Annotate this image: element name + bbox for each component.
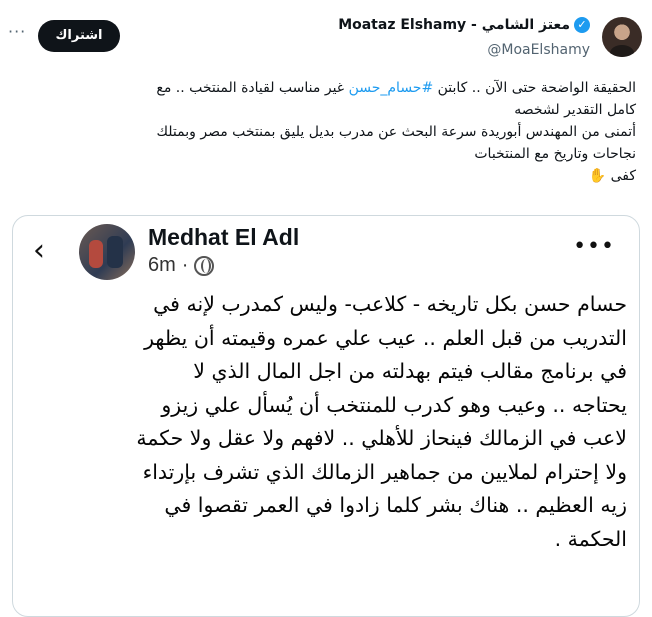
- post-line: زيه العظيم .. هناك بشر كلما زادوا في الع…: [164, 493, 627, 517]
- tweet-line: الحقيقة الواضحة حتى الآن .. كابتن #حسام_…: [14, 77, 636, 99]
- tweet-line: كفى ✋: [14, 165, 636, 187]
- tweet-line: كامل التقدير لشخصه: [514, 102, 636, 118]
- post-text: حسام حسن بكل تاريخه - كلاعب- وليس كمدرب …: [25, 288, 627, 556]
- post-more-icon: •••: [573, 234, 615, 259]
- post-line: لاعب في الزمالك فينحاز للأهلي .. لافهم و…: [136, 426, 627, 450]
- post-line: يحتاجه .. وعيب وهو كدرب للمنتخب أن يُسأل…: [161, 392, 627, 417]
- author-handle[interactable]: @MoaElshamy: [487, 42, 590, 58]
- raised-hand-icon: ✋: [588, 168, 607, 184]
- tweet-line: نجاحات وتاريخ مع المنتخبات: [474, 146, 636, 162]
- globe-icon: [194, 255, 215, 276]
- more-options-icon[interactable]: ···: [8, 22, 26, 41]
- post-line: حسام حسن بكل تاريخه - كلاعب- وليس كمدرب …: [153, 292, 627, 316]
- tweet-text-segment: كفى: [606, 168, 636, 184]
- author-name-row[interactable]: Moataz Elshamy - معتز الشامي ✓: [338, 17, 590, 33]
- hashtag-link[interactable]: #حسام_حسن: [349, 80, 434, 96]
- tweet-text-segment: غير مناسب لقيادة المنتخب .. مع: [156, 80, 349, 96]
- author-display-name[interactable]: Moataz Elshamy - معتز الشامي: [338, 17, 570, 33]
- embedded-screenshot[interactable]: ‹ Medhat El Adl 6m · ••• حسام حسن بكل تا…: [12, 215, 640, 617]
- post-author-name: Medhat El Adl: [148, 224, 300, 250]
- back-arrow-icon: ‹: [33, 233, 45, 268]
- tweet-text: الحقيقة الواضحة حتى الآن .. كابتن #حسام_…: [14, 77, 636, 187]
- author-avatar[interactable]: [602, 17, 642, 57]
- post-line: التدريب من قبل العلم .. عيب علي عمره وقي…: [144, 325, 627, 350]
- post-time: 6m: [148, 254, 176, 276]
- post-line: ولا إحترام لملايين من جماهير الزمالك الذ…: [142, 459, 627, 484]
- post-author-avatar: [79, 224, 135, 280]
- tweet-line: أتمنى من المهندس أبوريدة سرعة البحث عن م…: [156, 124, 636, 140]
- tweet-text-segment: الحقيقة الواضحة حتى الآن .. كابتن: [433, 80, 636, 96]
- subscribe-button[interactable]: اشتراك: [38, 20, 120, 52]
- post-line: في برنامج مقالب فيتم بهدلته من اجل المال…: [193, 359, 627, 383]
- verified-badge-icon: ✓: [574, 17, 590, 33]
- post-meta: 6m ·: [148, 254, 215, 277]
- meta-separator: ·: [181, 254, 189, 276]
- post-line: الحكمة .: [554, 526, 627, 551]
